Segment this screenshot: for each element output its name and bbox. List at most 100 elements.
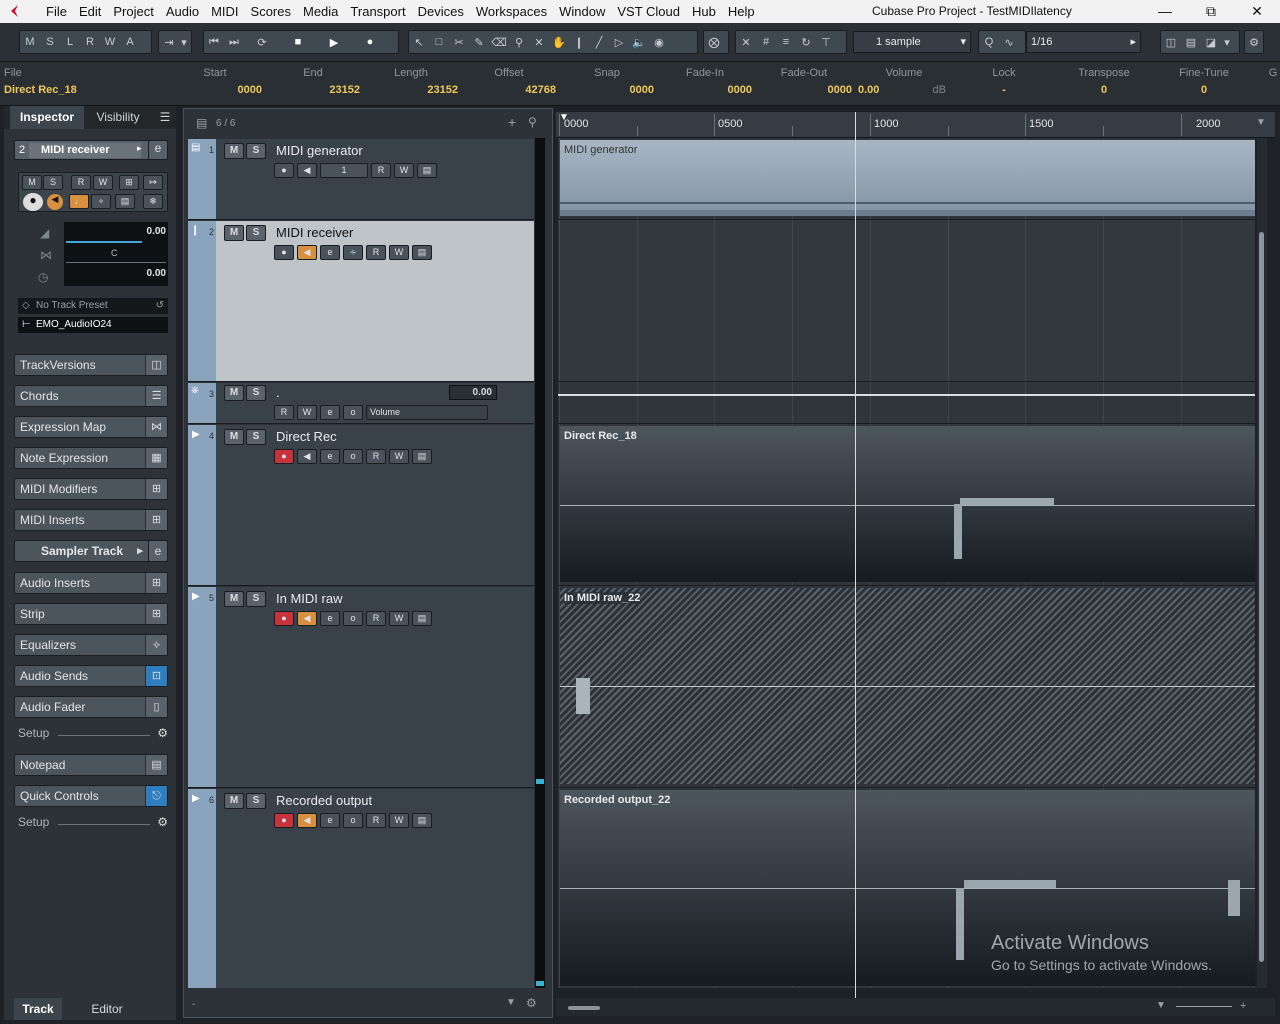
info-end[interactable]: End 23152 xyxy=(266,67,360,96)
track-row-in-midi-raw[interactable]: 5 ▶ M S In MIDI raw ● ◀ e o R W ▤ xyxy=(188,587,534,788)
mute-automation-icon[interactable]: o xyxy=(343,611,363,626)
edit-icon[interactable]: e xyxy=(320,245,340,260)
left-locator-icon[interactable]: ▼ xyxy=(559,112,569,123)
automation-parameter[interactable]: Volume xyxy=(366,405,488,420)
write-button[interactable]: W xyxy=(297,405,317,420)
monitor-icon[interactable]: ◀ xyxy=(47,194,63,210)
edit-icon[interactable]: e xyxy=(320,449,340,464)
grid-icon[interactable]: # xyxy=(756,36,776,48)
tab-inspector[interactable]: Inspector xyxy=(10,106,84,129)
section-note-expression[interactable]: Note Expression ▦ xyxy=(14,447,168,469)
vertical-scroll-thumb[interactable] xyxy=(1259,232,1264,962)
lanes-icon[interactable]: ▤ xyxy=(412,813,432,828)
mute-button[interactable]: M xyxy=(224,591,244,607)
menu-hub[interactable]: Hub xyxy=(686,4,722,19)
sampler-edit-icon[interactable]: e xyxy=(148,540,168,562)
write-button[interactable]: W xyxy=(389,611,409,626)
edit-icon[interactable]: e xyxy=(320,611,340,626)
inspector-track-header[interactable]: 2 MIDI receiver ▸ xyxy=(14,140,168,160)
listen-state-button[interactable]: L xyxy=(60,36,80,48)
solo-button[interactable]: S xyxy=(246,793,266,809)
record-icon[interactable]: ● xyxy=(352,36,388,48)
section-notepad[interactable]: Notepad ▤ xyxy=(14,754,168,776)
menu-file[interactable]: File xyxy=(40,4,73,19)
track-preset-field[interactable]: No Track Preset ◇ ↺ xyxy=(18,298,168,314)
mute-button[interactable]: M xyxy=(224,225,244,241)
midi-channel-field[interactable]: 1 xyxy=(320,163,368,178)
section-audio-inserts[interactable]: Audio Inserts ⊞ xyxy=(14,572,168,594)
menu-workspaces[interactable]: Workspaces xyxy=(470,4,553,19)
lanes-icon[interactable]: ▤ xyxy=(412,245,432,260)
menu-window[interactable]: Window xyxy=(553,4,611,19)
monitor-icon[interactable]: ◀ xyxy=(297,245,317,260)
mute-automation-icon[interactable]: o xyxy=(343,405,363,420)
horizontal-scrollbar[interactable]: ▼ + xyxy=(556,998,1275,1016)
track-name[interactable]: MIDI receiver xyxy=(276,225,353,240)
read-state-button[interactable]: R xyxy=(80,36,100,48)
section-trackversions[interactable]: TrackVersions ◫ xyxy=(14,354,168,376)
gear-icon[interactable]: ⚙ xyxy=(157,815,168,829)
menu-scores[interactable]: Scores xyxy=(245,4,297,19)
read-button[interactable]: R xyxy=(371,163,391,178)
solo-button[interactable]: S xyxy=(246,591,266,607)
gear-icon[interactable]: ⚙ xyxy=(157,726,168,740)
monitor-icon[interactable]: ◀ xyxy=(297,449,317,464)
info-fine-tune[interactable]: Fine-Tune 0 xyxy=(1156,67,1252,96)
layout-dropdown-icon[interactable]: ▾ xyxy=(1221,36,1233,49)
speaker-icon[interactable]: 🔈 xyxy=(629,36,649,49)
info-volume[interactable]: Volume 0.00 dB xyxy=(858,67,950,96)
dropdown-icon[interactable]: ▾ xyxy=(179,36,189,49)
mute-button[interactable]: M xyxy=(224,793,244,809)
mute-button[interactable]: M xyxy=(224,385,244,401)
go-to-start-icon[interactable]: ⏮ xyxy=(204,36,224,49)
inspector-editor-icon[interactable]: ⊞ xyxy=(119,175,139,190)
info-fade-out[interactable]: Fade-Out 0000 xyxy=(756,67,852,96)
project-cursor[interactable] xyxy=(855,112,856,1000)
track-row-direct-rec[interactable]: 4 ▶ M S Direct Rec ● ◀ e o R W ▤ xyxy=(188,425,534,586)
monitor-icon[interactable]: ◀ xyxy=(297,813,317,828)
menu-midi[interactable]: MIDI xyxy=(205,4,244,19)
section-equalizers[interactable]: Equalizers ⟡ xyxy=(14,634,168,656)
vertical-scrollbar[interactable] xyxy=(1257,138,1267,988)
mute-tool-icon[interactable]: ✕ xyxy=(529,36,549,49)
snap-events-icon[interactable]: ⊤ xyxy=(816,36,836,49)
info-lock[interactable]: Lock - xyxy=(956,67,1052,96)
edit-instrument-icon[interactable]: e xyxy=(148,140,168,160)
menu-project[interactable]: Project xyxy=(107,4,159,19)
quantize-icon[interactable]: Q xyxy=(979,36,999,48)
lanes-icon[interactable]: ▤ xyxy=(412,611,432,626)
section-audio-fader[interactable]: Audio Fader ▯ xyxy=(14,696,168,718)
menu-vst-cloud[interactable]: VST Cloud xyxy=(611,4,686,19)
right-zone-icon[interactable]: ◪ xyxy=(1201,36,1221,49)
cycle-icon[interactable]: ⟳ xyxy=(244,36,280,49)
mute-automation-icon[interactable]: o xyxy=(343,813,363,828)
menu-devices[interactable]: Devices xyxy=(412,4,470,19)
stop-icon[interactable]: ■ xyxy=(280,36,316,48)
track-name[interactable]: Recorded output xyxy=(276,793,372,808)
tab-visibility[interactable]: Visibility xyxy=(86,106,150,129)
solo-button[interactable]: S xyxy=(246,143,266,159)
lanes-icon[interactable]: ▤ xyxy=(115,194,135,209)
read-button[interactable]: R xyxy=(366,813,386,828)
expand-icon[interactable]: ▶ xyxy=(192,429,200,440)
track-row-recorded-output[interactable]: 6 ▶ M S Recorded output ● ◀ e o R W ▤ xyxy=(188,789,534,988)
track-name[interactable]: Direct Rec xyxy=(276,429,337,444)
add-track-icon[interactable]: + xyxy=(508,114,516,130)
inspector-fader-display[interactable]: 0.00 C 0.00 xyxy=(64,222,168,286)
lanes-icon[interactable]: ▤ xyxy=(412,449,432,464)
mute-button[interactable]: M xyxy=(224,429,244,445)
record-enable-icon[interactable]: ● xyxy=(23,193,43,211)
section-audio-sends[interactable]: Audio Sends ⊡ xyxy=(14,665,168,687)
section-expression-map[interactable]: Expression Map ⋈ xyxy=(14,416,168,438)
timeline-ruler[interactable]: 0000 0500 1000 1500 2000 ▼ ▼ xyxy=(556,112,1275,138)
menu-media[interactable]: Media xyxy=(297,4,344,19)
horizontal-scroll-thumb[interactable] xyxy=(568,1006,600,1010)
write-button[interactable]: W xyxy=(389,813,409,828)
section-midi-modifiers[interactable]: MIDI Modifiers ⊞ xyxy=(14,478,168,500)
read-button[interactable]: R xyxy=(366,449,386,464)
hand-icon[interactable]: ✋ xyxy=(549,36,569,49)
chevron-down-icon[interactable]: ▼ xyxy=(506,997,516,1008)
section-midi-inserts[interactable]: MIDI Inserts ⊞ xyxy=(14,509,168,531)
write-state-button[interactable]: W xyxy=(100,36,120,48)
mute-automation-icon[interactable]: o xyxy=(343,449,363,464)
